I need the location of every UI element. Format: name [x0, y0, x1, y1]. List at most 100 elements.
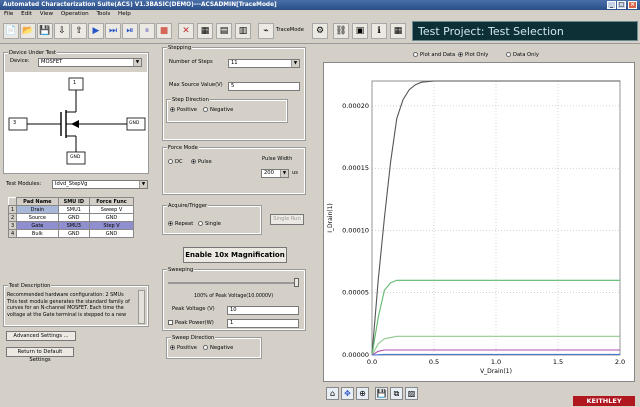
iv-chart: 0.0 0.5 1.0 1.5 2.0 0.00000 0.00005 0.00010 0.00… [323, 62, 635, 382]
tracemode-icon[interactable]: ⌁ [258, 23, 274, 39]
report-icon[interactable]: ▥ [235, 23, 251, 39]
force-mode-label: Force Mode [167, 145, 199, 151]
copy-icon[interactable]: ⧉ [390, 387, 403, 400]
col-smu-id: SMU ID [57, 197, 91, 206]
page-banner: Test Project: Test Selection [412, 21, 638, 41]
force-pulse-radio[interactable]: Pulse [191, 159, 212, 166]
menu-view[interactable]: View [40, 11, 53, 17]
chart-icon[interactable]: ▤ [216, 23, 232, 39]
menu-tools[interactable]: Tools [96, 11, 110, 17]
table-row[interactable]: 4 Bulk GND GND [7, 229, 134, 238]
peak-slider-track [168, 282, 298, 284]
maximize-button[interactable]: □ [617, 1, 626, 9]
run-all-icon[interactable]: ⏭ [105, 23, 121, 39]
sweep-negative-radio[interactable]: Negative [203, 345, 233, 352]
single-run-button[interactable]: Single Run [270, 214, 304, 225]
peak-percent-label: 100% of Peak Voltage(10.0000V) [194, 294, 274, 299]
keithley-logo: KEITHLEY [573, 396, 635, 406]
y-tick-label: 0.00005 [342, 289, 369, 297]
force-dc-radio[interactable]: DC [168, 159, 183, 166]
load-icon[interactable]: ⇩ [54, 23, 70, 39]
x-axis-label: V_Drain(1) [480, 368, 512, 375]
info-icon[interactable]: ℹ [371, 23, 387, 39]
save-icon[interactable]: 💾 [37, 23, 53, 39]
stop-icon[interactable]: ■ [156, 23, 172, 39]
menu-file[interactable]: File [4, 11, 13, 17]
step-direction-label: Step Direction [171, 97, 210, 103]
peak-power-checkbox[interactable]: Peak Power(W) [168, 320, 214, 327]
description-text: Recommended hardware configuration: 2 SM… [7, 292, 130, 318]
home-icon[interactable]: ⌂ [326, 387, 339, 400]
y-tick-label: 0.00010 [342, 226, 369, 234]
col-force-func: Force Func [89, 197, 134, 206]
plot-area [371, 80, 621, 356]
peak-voltage-input[interactable]: 10 [227, 306, 299, 315]
grid-icon[interactable]: ▦ [390, 23, 406, 39]
max-source-input[interactable]: 5 [228, 82, 300, 91]
default-settings-button[interactable]: Return to Default Settings [6, 347, 74, 363]
pin-gnd-bottom-label: GND [70, 155, 81, 160]
acquire-group: Acquire/Trigger [162, 203, 262, 235]
save-chart-icon[interactable]: 💾 [375, 387, 388, 400]
minimize-button[interactable]: _ [607, 1, 616, 9]
plot-and-data-radio[interactable]: Plot and Data [413, 52, 455, 59]
acquire-group-label: Acquire/Trigger [167, 203, 209, 209]
pin-1-label: 1 [73, 80, 77, 86]
y-axis-label: I_Drain(1) [327, 203, 334, 233]
open-folder-icon[interactable]: 📂 [20, 23, 36, 39]
title-bar: Automated Characterization Suite(ACS) V1… [0, 0, 640, 10]
sweep-direction-label: Sweep Direction [171, 335, 216, 341]
pan-icon[interactable]: ✥ [341, 387, 354, 400]
acquire-repeat-radio[interactable]: Repeat [168, 221, 193, 228]
pulse-width-select[interactable]: 200 [261, 169, 289, 178]
x-tick-label: 0.5 [429, 358, 439, 366]
y-tick-label: 0.00000 [342, 351, 369, 359]
window-title: Automated Characterization Suite(ACS) V1… [3, 2, 277, 8]
zoom-icon[interactable]: ⊕ [356, 387, 369, 400]
tracemode-label: TraceMode [276, 27, 304, 33]
test-modules-select[interactable]: Idvd_StepVg [52, 180, 148, 189]
close-button[interactable]: × [628, 1, 637, 9]
export-icon[interactable]: ⇧ [71, 23, 87, 39]
database-icon[interactable]: ▣ [352, 23, 368, 39]
sweep-positive-radio[interactable]: Positive [170, 345, 197, 352]
magnification-button[interactable]: Enable 10x Magnification [183, 247, 287, 263]
step-positive-radio[interactable]: Positive [170, 107, 197, 114]
menu-edit[interactable]: Edit [21, 11, 32, 17]
device-group-label: Device Under Test [8, 50, 57, 56]
menu-bar: File Edit View Operation Tools Help [0, 10, 640, 19]
step-icon[interactable]: ⏯ [122, 23, 138, 39]
table-row[interactable]: 3 Gate SMU3 Step V [7, 221, 134, 230]
steps-label: Number of Steps [169, 59, 213, 65]
sweeping-group-label: Sweeping [167, 267, 195, 273]
calculator-icon[interactable]: ▦ [197, 23, 213, 39]
export-chart-icon[interactable]: ▨ [405, 387, 418, 400]
acquire-single-radio[interactable]: Single [198, 221, 221, 228]
y-tick-label: 0.00015 [342, 164, 369, 172]
network-icon[interactable]: ⛓ [333, 23, 349, 39]
plot-only-radio[interactable]: Plot Only [458, 52, 488, 59]
menu-operation[interactable]: Operation [61, 11, 89, 17]
delete-icon[interactable]: ✕ [178, 23, 194, 39]
peak-slider-handle[interactable] [294, 278, 299, 287]
table-row[interactable]: 1 Drain SMU1 Sweep V [7, 205, 134, 214]
menu-help[interactable]: Help [118, 11, 131, 17]
step-negative-radio[interactable]: Negative [203, 107, 233, 114]
steps-select[interactable]: 11 [228, 59, 300, 68]
pin-table: Pad Name SMU ID Force Func 1 Drain SMU1 … [7, 197, 134, 238]
description-scrollbar[interactable] [138, 290, 145, 324]
pause-icon[interactable]: ⏸ [139, 23, 155, 39]
advanced-settings-button[interactable]: Advanced Settings ... [6, 331, 76, 341]
peak-power-input[interactable]: 1 [227, 319, 299, 328]
data-only-radio[interactable]: Data Only [506, 52, 539, 59]
pulse-width-label: Pulse Width [262, 156, 293, 162]
pin-3-label: 3 [13, 120, 17, 126]
new-file-icon[interactable]: 📄 [3, 23, 19, 39]
stepping-group-label: Stepping [167, 45, 193, 51]
description-group-label: Test Description [8, 283, 52, 289]
run-icon[interactable]: ▶ [88, 23, 104, 39]
device-select[interactable]: MOSFET [38, 58, 142, 67]
settings-icon[interactable]: ⚙ [312, 23, 328, 39]
table-row[interactable]: 2 Source GND GND [7, 213, 134, 222]
peak-voltage-label: Peak Voltage (V) [172, 306, 215, 312]
